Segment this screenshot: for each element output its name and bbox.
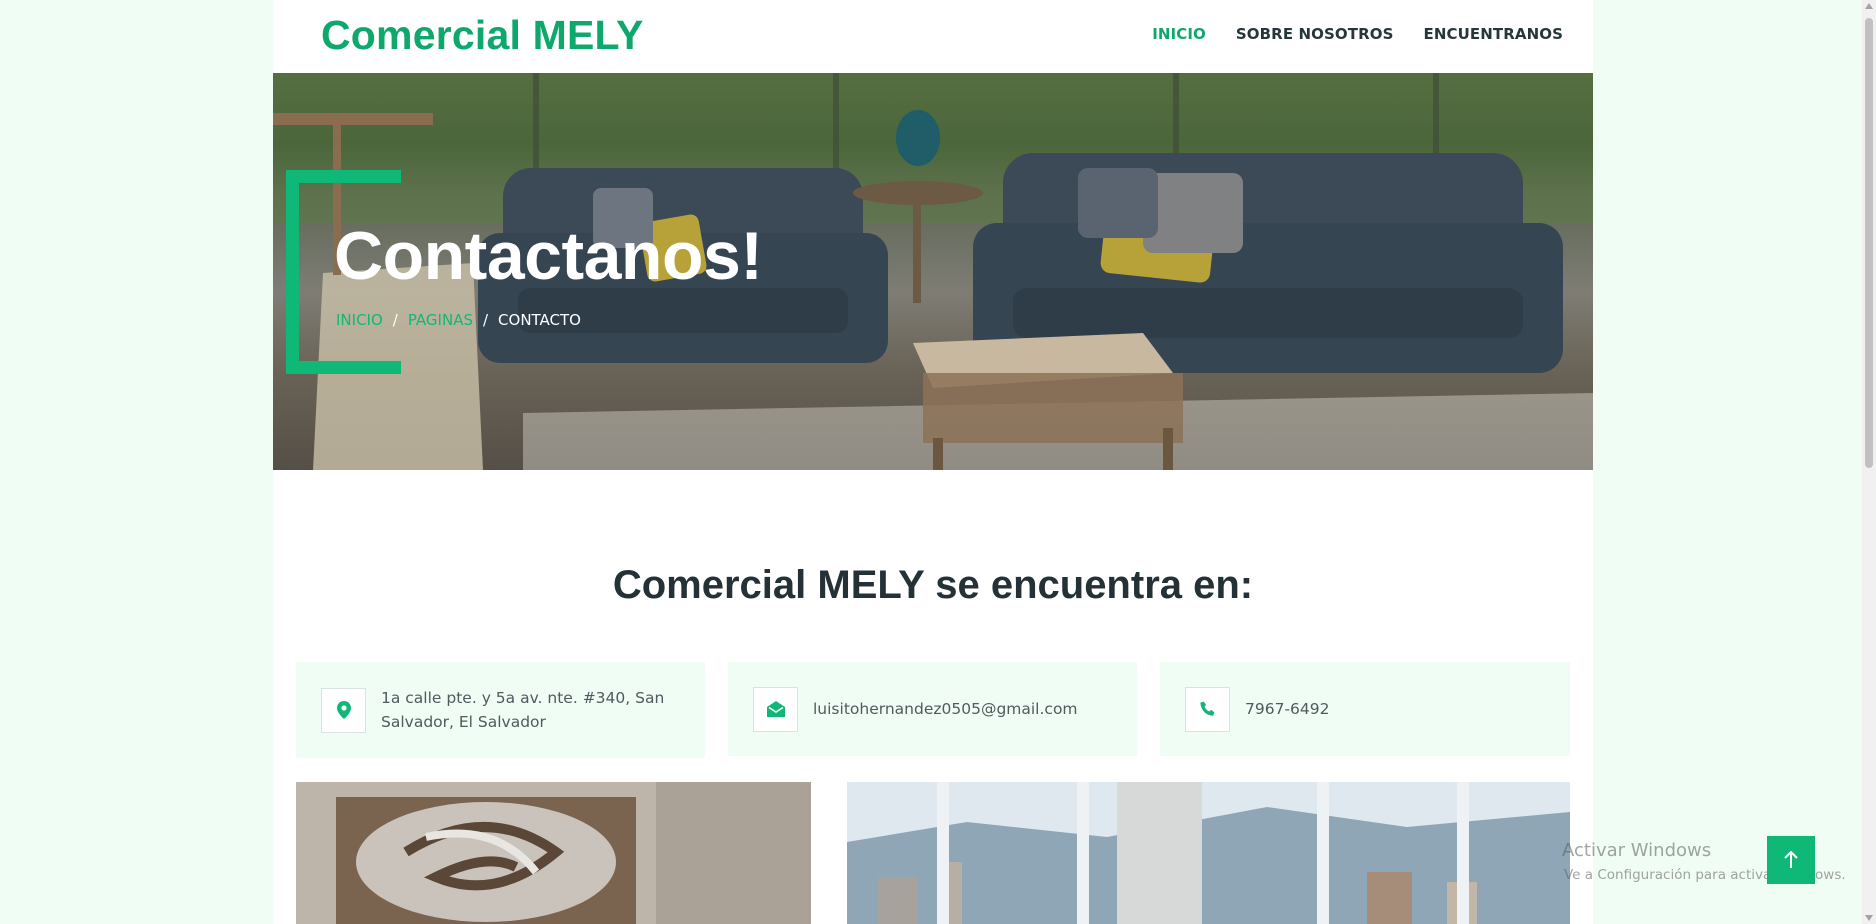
scroll-down-arrow-icon[interactable] xyxy=(1865,915,1873,921)
breadcrumb-inicio[interactable]: INICIO xyxy=(336,311,383,329)
nav-link-sobre-nosotros[interactable]: SOBRE NOSOTROS xyxy=(1236,25,1394,43)
envelope-open-icon xyxy=(753,686,798,732)
wall-art-image xyxy=(296,782,811,924)
address-text: 1a calle pte. y 5a av. nte. #340, San Sa… xyxy=(381,689,665,731)
nav-link-encuentranos[interactable]: ENCUENTRANOS xyxy=(1424,25,1564,43)
nav-links: INICIO SOBRE NOSOTROS ENCUENTRANOS xyxy=(1152,25,1563,43)
section-title: Comercial MELY se encuentra en: xyxy=(612,563,1254,607)
page-scrollbar[interactable] xyxy=(1862,0,1876,924)
hero-banner: Contactanos! INICIO / PAGINAS / CONTACTO xyxy=(273,73,1593,470)
email-card: luisitohernandez0505@gmail.com xyxy=(728,662,1137,756)
email-text[interactable]: luisitohernandez0505@gmail.com xyxy=(813,697,1117,721)
map-marker-icon xyxy=(321,687,366,733)
brand-logo[interactable]: Comercial MELY xyxy=(321,12,644,59)
address-card: 1a calle pte. y 5a av. nte. #340, San Sa… xyxy=(296,662,705,758)
nav-link-inicio[interactable]: INICIO xyxy=(1152,25,1206,43)
hero-title: Contactanos! xyxy=(334,218,763,294)
page-container: Comercial MELY INICIO SOBRE NOSOTROS ENC… xyxy=(273,0,1593,924)
phone-card: 7967-6492 xyxy=(1160,662,1570,756)
breadcrumb-paginas[interactable]: PAGINAS xyxy=(408,311,473,329)
arrow-up-icon xyxy=(1784,851,1798,868)
phone-text[interactable]: 7967-6492 xyxy=(1245,697,1550,721)
breadcrumb-current: CONTACTO xyxy=(498,311,581,329)
navbar: Comercial MELY INICIO SOBRE NOSOTROS ENC… xyxy=(273,0,1593,73)
gallery xyxy=(296,782,1570,924)
back-to-top-button[interactable] xyxy=(1767,836,1815,884)
breadcrumb-separator: / xyxy=(392,311,398,329)
breadcrumb: INICIO / PAGINAS / CONTACTO xyxy=(336,311,581,329)
breadcrumb-separator: / xyxy=(482,311,489,329)
scrollbar-thumb[interactable] xyxy=(1865,18,1873,468)
phone-icon xyxy=(1185,686,1230,732)
scroll-up-arrow-icon[interactable] xyxy=(1865,3,1873,9)
city-window-image xyxy=(847,782,1570,924)
